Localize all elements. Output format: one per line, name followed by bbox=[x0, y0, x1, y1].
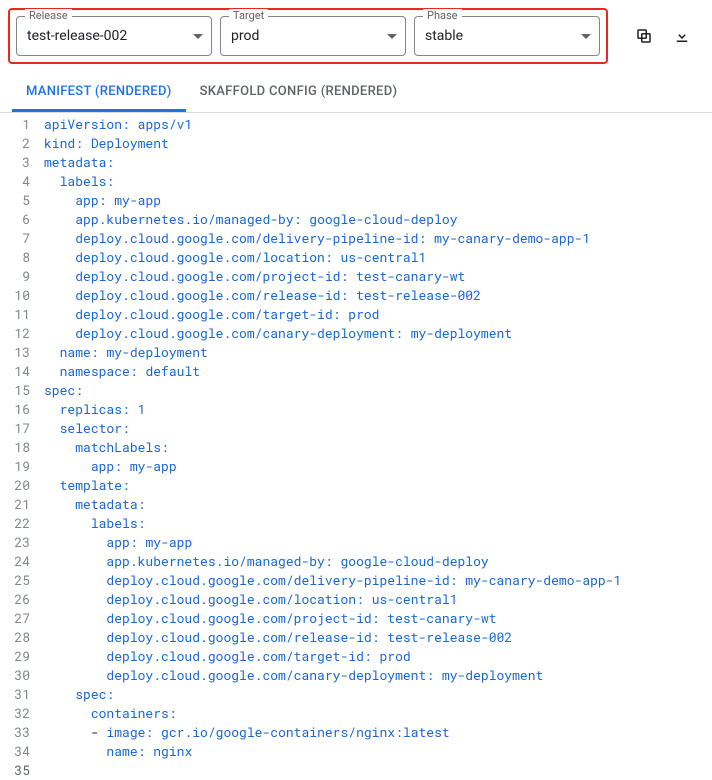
chevron-down-icon bbox=[581, 34, 591, 39]
phase-select-value: stable bbox=[425, 28, 581, 44]
target-select-value: prod bbox=[231, 28, 387, 44]
tabs: MANIFEST (RENDERED) SKAFFOLD CONFIG (REN… bbox=[0, 74, 712, 113]
copy-button[interactable] bbox=[634, 26, 654, 46]
toolbar-actions bbox=[634, 26, 692, 46]
chevron-down-icon bbox=[387, 34, 397, 39]
phase-select-label: Phase bbox=[423, 9, 462, 22]
release-select-label: Release bbox=[25, 9, 72, 22]
code-viewer: 1234567891011121314151617181920212223242… bbox=[0, 113, 712, 780]
release-select[interactable]: Release test-release-002 bbox=[16, 16, 212, 56]
filter-selectors-group: Release test-release-002 Target prod Pha… bbox=[8, 8, 608, 64]
download-icon bbox=[673, 27, 691, 45]
line-number-gutter: 1234567891011121314151617181920212223242… bbox=[0, 115, 44, 780]
phase-select[interactable]: Phase stable bbox=[414, 16, 600, 56]
tab-manifest[interactable]: MANIFEST (RENDERED) bbox=[12, 74, 186, 112]
copy-icon bbox=[635, 27, 653, 45]
target-select-label: Target bbox=[229, 9, 268, 22]
filter-toolbar: Release test-release-002 Target prod Pha… bbox=[0, 0, 712, 68]
target-select[interactable]: Target prod bbox=[220, 16, 406, 56]
chevron-down-icon bbox=[193, 34, 203, 39]
code-content[interactable]: apiVersion: apps/v1kind: Deploymentmetad… bbox=[44, 115, 712, 780]
release-select-value: test-release-002 bbox=[27, 28, 193, 44]
tab-skaffold[interactable]: SKAFFOLD CONFIG (RENDERED) bbox=[186, 74, 412, 112]
download-button[interactable] bbox=[672, 26, 692, 46]
